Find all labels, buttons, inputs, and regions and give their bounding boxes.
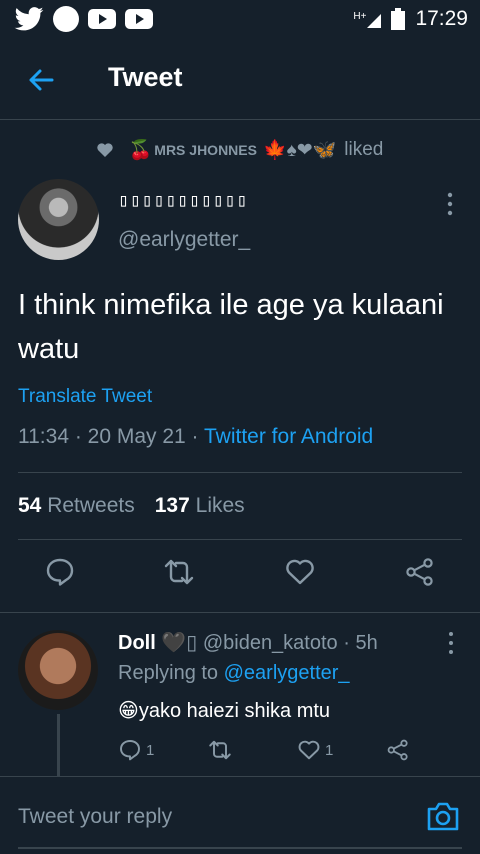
clock: 17:29 bbox=[415, 7, 468, 30]
heart-icon bbox=[96, 143, 113, 157]
reply-author-emojis: 🖤▯ bbox=[161, 632, 198, 654]
tweet-metadata: 11:34 · 20 May 21 · Twitter for Android bbox=[18, 425, 373, 449]
share-icon bbox=[387, 739, 408, 761]
reply-header: Doll 🖤▯ @biden_katoto · 5h bbox=[118, 630, 378, 655]
battery-icon bbox=[391, 8, 406, 30]
reply-avatar[interactable] bbox=[18, 630, 98, 710]
tweet-client-link[interactable]: Twitter for Android bbox=[204, 425, 373, 448]
liker-name[interactable]: MRS JHONNES bbox=[154, 142, 257, 158]
divider bbox=[18, 472, 462, 473]
youtube-icon bbox=[88, 9, 116, 29]
reply-like-button[interactable]: 1 bbox=[297, 736, 333, 764]
reply-text: 😁yako haiezi shika mtu bbox=[118, 700, 331, 722]
reply-input[interactable]: Tweet your reply bbox=[18, 805, 172, 829]
reply-author-name[interactable]: Doll bbox=[118, 632, 156, 654]
retweet-icon bbox=[209, 740, 231, 760]
circle-icon bbox=[53, 6, 79, 32]
share-icon[interactable] bbox=[404, 556, 436, 588]
author-handle[interactable]: @earlygetter_ bbox=[118, 228, 250, 252]
retweet-count: 54 bbox=[18, 494, 42, 517]
reply-like-count: 1 bbox=[325, 741, 334, 759]
author-avatar[interactable] bbox=[18, 179, 99, 260]
youtube-icon bbox=[125, 9, 153, 29]
reply-more-options-icon[interactable] bbox=[442, 630, 460, 656]
social-context: 🍒 MRS JHONNES 🍁♠❤🦋 liked bbox=[0, 136, 480, 164]
liked-label: liked bbox=[344, 139, 384, 160]
retweet-icon[interactable] bbox=[163, 556, 195, 588]
tweet-timestamp: 11:34 · 20 May 21 · bbox=[18, 425, 204, 448]
reply-handle-time: @biden_katoto · 5h bbox=[197, 632, 378, 654]
divider bbox=[0, 612, 480, 613]
notification-icons bbox=[0, 6, 153, 32]
page-title: Tweet bbox=[108, 62, 183, 92]
like-icon[interactable] bbox=[284, 556, 316, 588]
system-indicators: H+ 17:29 bbox=[353, 7, 480, 31]
reply-composer: Tweet your reply bbox=[0, 776, 480, 854]
back-arrow-icon[interactable] bbox=[26, 65, 56, 95]
likes-stat[interactable]: 137 Likes bbox=[155, 494, 245, 518]
tweet-actions bbox=[0, 556, 480, 596]
reply-share-button[interactable] bbox=[386, 736, 410, 764]
signal-icon: H+ bbox=[353, 10, 382, 28]
retweets-label: Retweets bbox=[47, 494, 135, 517]
likes-label: Likes bbox=[195, 494, 245, 517]
camera-icon[interactable] bbox=[425, 799, 461, 833]
composer-underline bbox=[18, 847, 462, 849]
tweet-text: I think nimefika ile age ya kulaani watu bbox=[18, 289, 444, 365]
cherry-emoji: 🍒 bbox=[128, 140, 153, 161]
more-options-icon[interactable] bbox=[440, 190, 460, 218]
like-icon bbox=[298, 740, 320, 760]
author-name[interactable]: ▯▯▯▯▯▯▯▯▯▯▯ bbox=[118, 190, 248, 211]
app-bar: Tweet bbox=[0, 38, 480, 120]
reply-reply-count: 1 bbox=[146, 741, 155, 759]
liker-emojis: 🍁♠❤🦋 bbox=[262, 140, 337, 161]
translate-tweet-link[interactable]: Translate Tweet bbox=[18, 386, 152, 408]
status-bar: H+ 17:29 bbox=[0, 0, 480, 38]
reply-retweet-button[interactable] bbox=[207, 736, 233, 764]
network-type: H+ bbox=[353, 11, 367, 22]
tweet-stats: 54 Retweets 137 Likes bbox=[18, 494, 245, 518]
reply-reply-button[interactable]: 1 bbox=[118, 736, 154, 764]
reply-actions: 1 1 bbox=[0, 736, 480, 766]
replying-to: Replying to @earlygetter_ bbox=[118, 662, 350, 685]
like-count: 137 bbox=[154, 494, 190, 517]
divider bbox=[18, 539, 462, 540]
reply-icon bbox=[120, 740, 140, 761]
replying-to-handle[interactable]: @earlygetter_ bbox=[224, 662, 350, 684]
twitter-bird-icon bbox=[14, 7, 44, 31]
retweets-stat[interactable]: 54 Retweets bbox=[18, 494, 135, 518]
replying-label: Replying to bbox=[118, 662, 224, 684]
reply-icon[interactable] bbox=[44, 556, 76, 588]
